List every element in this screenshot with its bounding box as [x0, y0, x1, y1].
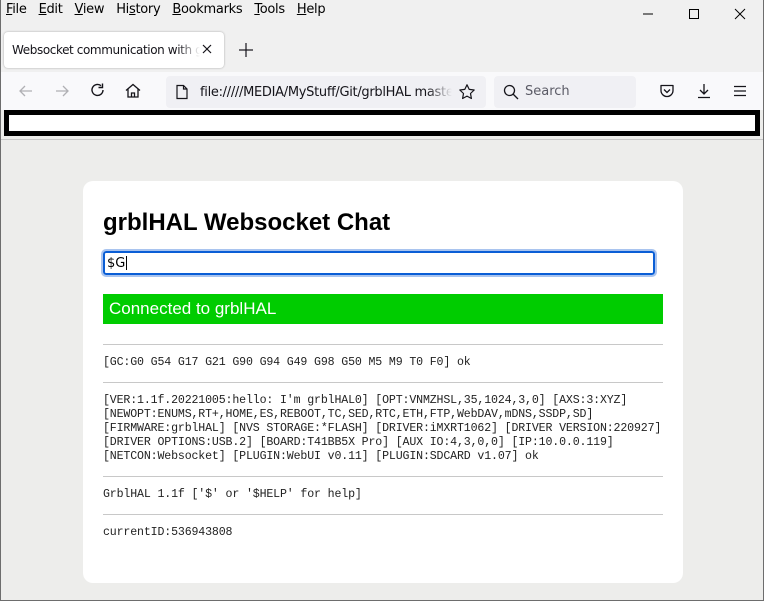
window-controls: [625, 0, 763, 28]
menu-tools[interactable]: Tools: [254, 2, 285, 20]
log-entry: GrblHAL 1.1f ['$' or '$HELP' for help]: [103, 476, 663, 514]
browser-chrome: File Edit View History Bookmarks Tools H…: [1, 0, 763, 72]
minimize-button[interactable]: [625, 0, 671, 28]
connection-status-text: Connected to grblHAL: [109, 299, 277, 318]
chat-card: grblHAL Websocket Chat $G Connected to g…: [83, 181, 683, 583]
connection-status: Connected to grblHAL: [103, 294, 663, 324]
url-bar[interactable]: file://///MEDIA/MyStuff/Git/grblHAL mast…: [166, 76, 486, 108]
menu-bar: File Edit View History Bookmarks Tools H…: [6, 2, 337, 20]
message-log: [GC:G0 G54 G17 G21 G90 G94 G49 G98 G50 M…: [103, 344, 663, 552]
menu-history[interactable]: History: [116, 2, 160, 20]
menu-view[interactable]: View: [75, 2, 105, 20]
log-entry: currentID:536943808: [103, 514, 663, 552]
reload-icon[interactable]: [89, 82, 107, 100]
maximize-button[interactable]: [671, 0, 717, 28]
bookmarks-toolbar-placeholder: [4, 110, 760, 136]
download-icon[interactable]: [695, 82, 713, 100]
search-bar[interactable]: Search: [494, 76, 636, 108]
tab-active[interactable]: Websocket communication with grblHAL: [4, 32, 224, 68]
menu-edit[interactable]: Edit: [39, 2, 63, 20]
tab-close-icon[interactable]: [200, 42, 214, 56]
log-entry: [VER:1.1f.20221005:hello: I'm grblHAL0] …: [103, 382, 663, 476]
page-title: grblHAL Websocket Chat: [103, 209, 391, 236]
minimize-icon: [643, 13, 653, 15]
home-icon[interactable]: [124, 82, 142, 100]
maximize-icon: [689, 9, 699, 19]
menu-bookmarks[interactable]: Bookmarks: [172, 2, 242, 20]
url-text: file://///MEDIA/MyStuff/Git/grblHAL mast…: [200, 84, 452, 100]
search-icon: [503, 84, 519, 100]
content-divider: [1, 139, 763, 140]
forward-icon[interactable]: [53, 82, 71, 100]
menu-icon[interactable]: [731, 82, 749, 100]
close-icon: [734, 8, 746, 20]
command-input-value: $G: [107, 255, 126, 271]
menu-help[interactable]: Help: [297, 2, 326, 20]
text-caret: [126, 256, 128, 270]
log-entry: [GC:G0 G54 G17 G21 G90 G94 G49 G98 G50 M…: [103, 344, 663, 382]
close-window-button[interactable]: [717, 0, 763, 28]
back-icon[interactable]: [17, 82, 35, 100]
bookmark-star-icon[interactable]: [458, 83, 476, 101]
page-icon: [176, 84, 188, 100]
navigation-bar: file://///MEDIA/MyStuff/Git/grblHAL mast…: [1, 72, 763, 110]
pocket-icon[interactable]: [658, 82, 676, 100]
new-tab-icon[interactable]: [237, 41, 255, 59]
menu-file[interactable]: File: [6, 2, 27, 20]
search-placeholder: Search: [525, 84, 570, 99]
command-input[interactable]: $G: [101, 249, 657, 277]
tab-title: Websocket communication with grblHAL: [12, 43, 200, 57]
